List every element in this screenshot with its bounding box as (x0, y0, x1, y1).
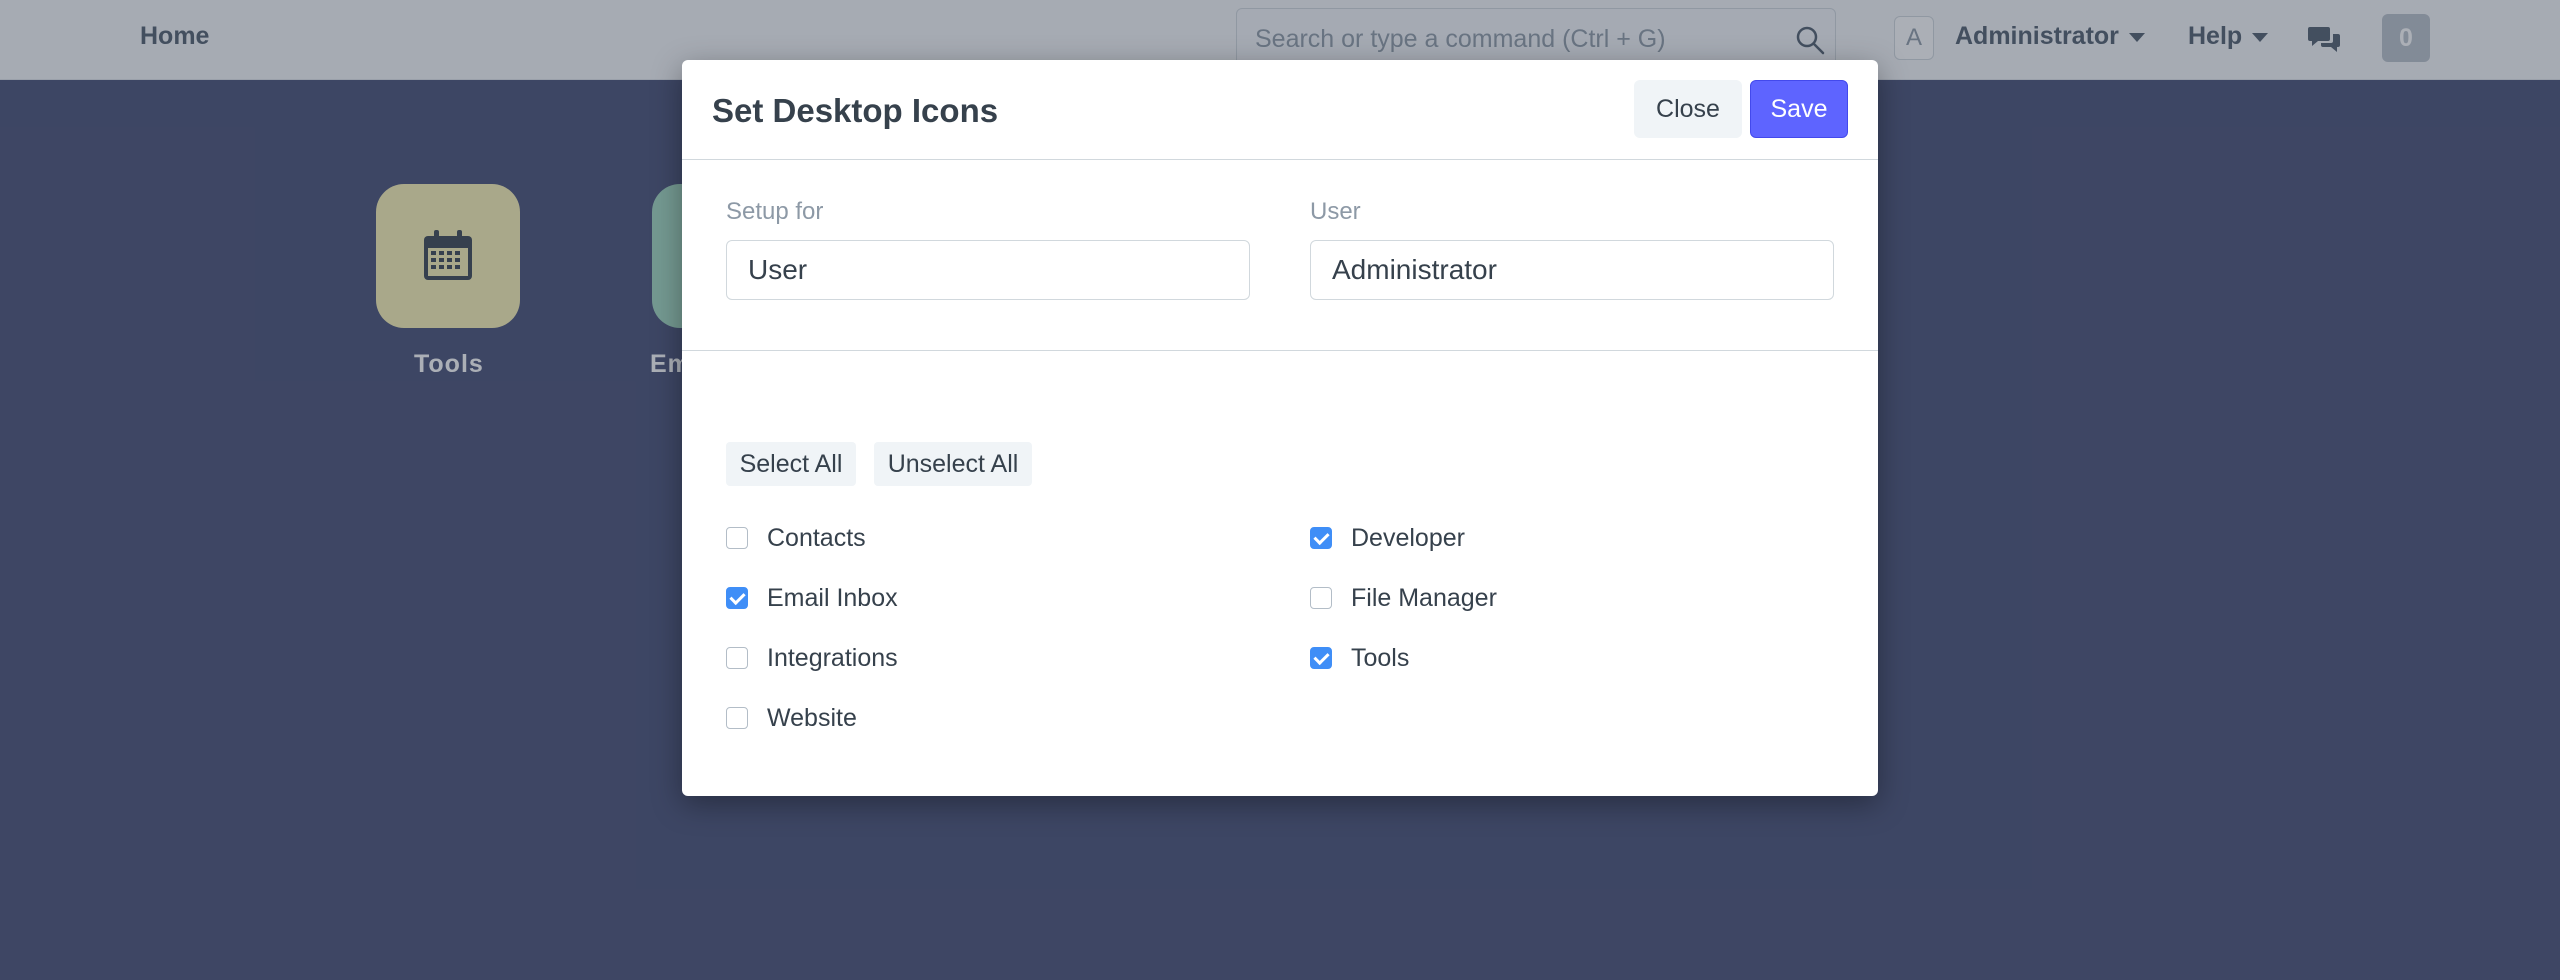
checkbox[interactable] (1310, 527, 1332, 549)
checkbox[interactable] (1310, 587, 1332, 609)
checkbox-label: Email Inbox (767, 583, 898, 612)
unselect-all-button[interactable]: Unselect All (874, 442, 1032, 486)
set-desktop-icons-dialog: Set Desktop Icons Close Save Setup for U… (682, 60, 1878, 796)
checkbox[interactable] (726, 587, 748, 609)
checkbox[interactable] (726, 647, 748, 669)
user-field-label: User (1310, 198, 1361, 225)
select-all-button[interactable]: Select All (726, 442, 856, 486)
checkbox[interactable] (726, 527, 748, 549)
modal-title: Set Desktop Icons (712, 92, 999, 129)
checkbox-label: Tools (1351, 643, 1410, 672)
checkbox-label: Website (767, 703, 857, 732)
checkbox-label: Contacts (767, 523, 866, 552)
module-checkbox-integrations[interactable]: Integrations (726, 640, 898, 676)
module-checkbox-website[interactable]: Website (726, 700, 857, 736)
setup-for-label: Setup for (726, 198, 824, 225)
module-checkbox-contacts[interactable]: Contacts (726, 520, 866, 556)
checkbox-label: File Manager (1351, 583, 1497, 612)
checkbox[interactable] (726, 707, 748, 729)
modal-header: Set Desktop Icons Close Save (682, 60, 1878, 160)
user-field[interactable] (1310, 240, 1834, 300)
module-checkbox-email-inbox[interactable]: Email Inbox (726, 580, 898, 616)
save-button[interactable]: Save (1750, 80, 1848, 138)
checkbox-label: Integrations (767, 643, 898, 672)
module-checkbox-developer[interactable]: Developer (1310, 520, 1465, 556)
setup-for-field[interactable] (726, 240, 1250, 300)
module-checkbox-tools[interactable]: Tools (1310, 640, 1409, 676)
section-divider (682, 350, 1878, 351)
checkbox-label: Developer (1351, 523, 1465, 552)
module-checkbox-file-manager[interactable]: File Manager (1310, 580, 1497, 616)
close-button[interactable]: Close (1634, 80, 1742, 138)
checkbox[interactable] (1310, 647, 1332, 669)
